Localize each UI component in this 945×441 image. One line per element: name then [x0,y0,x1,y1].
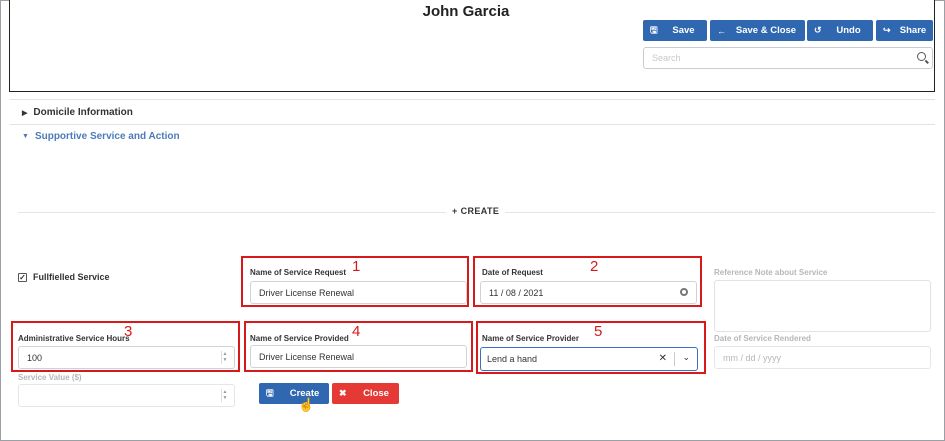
create-toggle[interactable]: + CREATE [446,206,506,216]
date-rendered-input[interactable]: mm / dd / yyyy [714,346,931,369]
search-input[interactable]: Search [643,47,933,69]
annotation-box-2 [473,256,702,307]
section-domicile-information[interactable]: ▶ Domicile Information [22,107,133,118]
floppy-icon: 🖫 [266,387,274,398]
share-button[interactable]: ↪ Share [876,20,933,41]
caret-right-icon: ▶ [22,109,28,117]
spinner-icon[interactable]: ▲ ▼ [221,389,228,402]
save-close-button[interactable]: ← Save & Close [710,20,805,41]
close-icon: ✖ [339,388,347,398]
hand-cursor-icon: ☝ [298,397,315,412]
annotation-number-2: 2 [590,258,599,275]
checkbox-checked-icon[interactable]: ✓ [18,272,27,282]
divider [10,124,935,125]
search-placeholder: Search [652,53,681,63]
service-value-input[interactable]: ▲ ▼ [18,384,235,407]
share-icon: ↪ [883,25,891,35]
save-close-button-label: Save & Close [735,25,797,36]
reference-note-label: Reference Note about Service [714,268,828,277]
plus-icon: + [452,206,461,216]
annotation-box-5 [476,321,706,374]
service-value-label: Service Value ($) [18,373,82,382]
undo-icon: ↺ [814,25,822,35]
save-button-label: Save [672,25,695,36]
undo-button[interactable]: ↺ Undo [807,20,873,41]
annotation-number-4: 4 [352,323,361,340]
section-supportive-service[interactable]: ▼ Supportive Service and Action [22,131,180,142]
annotation-number-5: 5 [594,323,603,340]
divider [10,99,935,100]
annotation-number-3: 3 [124,323,133,340]
caret-down-icon: ▼ [22,133,29,140]
reference-note-textarea[interactable] [714,280,931,332]
close-button-label: Close [363,388,389,399]
create-button[interactable]: 🖫 Create [259,383,329,404]
create-label: CREATE [460,206,500,216]
search-icon[interactable] [917,52,926,61]
floppy-icon: 🖫 [650,24,658,35]
fulfilled-service-label: Fullfielled Service [33,272,110,282]
page-title: John Garcia [422,3,510,20]
share-button-label: Share [899,25,927,36]
fulfilled-service-checkbox[interactable]: ✓ Fullfielled Service [18,272,110,282]
section-supportive-label: Supportive Service and Action [34,131,180,142]
close-button[interactable]: ✖ Close [332,383,399,404]
date-rendered-label: Date of Service Rendered [714,334,811,343]
annotation-number-1: 1 [352,258,361,275]
section-domicile-label: Domicile Information [33,107,133,118]
undo-button-label: Undo [836,25,861,36]
arrow-left-icon: ← [717,25,726,36]
date-rendered-placeholder: mm / dd / yyyy [723,353,782,363]
save-button[interactable]: 🖫 Save [643,20,707,41]
